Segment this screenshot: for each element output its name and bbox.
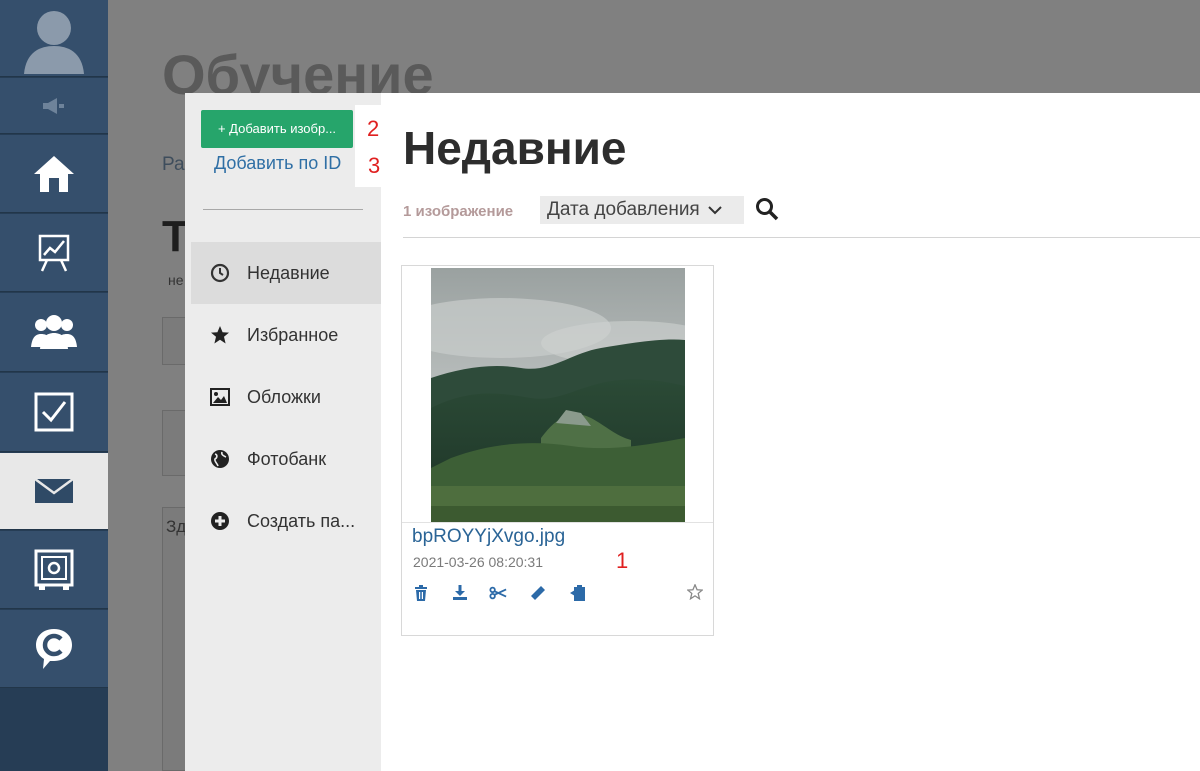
image-card[interactable]: bpROYYjXvgo.jpg 2021-03-26 08:20:31 1 bbox=[401, 265, 714, 636]
image-filename[interactable]: bpROYYjXvgo.jpg bbox=[412, 526, 565, 548]
image-thumbnail[interactable] bbox=[431, 268, 685, 522]
rail-item-users[interactable] bbox=[0, 293, 108, 372]
sidebar-item-label: Недавние bbox=[247, 262, 330, 283]
app-rail bbox=[0, 0, 108, 771]
clock-icon bbox=[210, 263, 230, 283]
image-count: 1 изображение bbox=[403, 203, 514, 220]
image-icon bbox=[210, 387, 230, 407]
download-button[interactable] bbox=[451, 584, 469, 602]
pencil-icon bbox=[531, 586, 545, 600]
rail-item-home[interactable] bbox=[0, 135, 108, 213]
safe-icon bbox=[34, 549, 74, 590]
image-picker-modal: + Добавить изобр... Добавить по ID 2 3 Н… bbox=[185, 93, 1200, 771]
checkbox-icon bbox=[34, 392, 74, 432]
sidebar-item-label: Фотобанк bbox=[247, 448, 327, 469]
search-button[interactable] bbox=[755, 197, 779, 221]
foggy-forest-photo bbox=[431, 268, 685, 522]
sidebar-item-label: Создать па... bbox=[247, 510, 356, 531]
chevron-down-icon bbox=[708, 205, 722, 214]
add-image-button[interactable]: + Добавить изобр... bbox=[201, 110, 353, 148]
sidebar-item-covers[interactable]: Обложки bbox=[191, 366, 381, 428]
sidebar-item-create-folder[interactable]: Создать па... bbox=[191, 490, 381, 552]
mail-icon bbox=[34, 478, 74, 503]
crop-button[interactable] bbox=[489, 584, 507, 602]
delete-button[interactable] bbox=[412, 584, 430, 602]
background-fragment: не bbox=[168, 272, 184, 288]
chart-board-icon bbox=[38, 234, 70, 272]
download-icon bbox=[453, 585, 467, 600]
avatar[interactable] bbox=[0, 0, 108, 77]
trash-icon bbox=[415, 585, 427, 601]
card-divider bbox=[402, 522, 713, 523]
clipboard-icon bbox=[570, 585, 585, 601]
search-icon bbox=[756, 198, 779, 221]
background-fragment: Зд bbox=[166, 517, 187, 536]
edit-button[interactable] bbox=[529, 584, 547, 602]
section-title: Недавние bbox=[403, 122, 627, 174]
megaphone-icon bbox=[43, 97, 64, 114]
star-outline-icon bbox=[686, 583, 704, 601]
sort-dropdown[interactable]: Дата добавления bbox=[540, 196, 744, 224]
plus-circle-icon bbox=[210, 511, 230, 531]
background-fragment: Ра bbox=[162, 154, 185, 175]
rail-item-stats[interactable] bbox=[0, 214, 108, 292]
chat-c-icon bbox=[36, 628, 72, 669]
users-icon bbox=[31, 315, 77, 349]
sidebar-item-recent[interactable]: Недавние bbox=[191, 242, 381, 304]
globe-icon bbox=[210, 449, 230, 469]
rail-item-tasks[interactable] bbox=[0, 373, 108, 452]
rail-item-safe[interactable] bbox=[0, 531, 108, 609]
sidebar-item-photobank[interactable]: Фотобанк bbox=[191, 428, 381, 490]
scissors-icon bbox=[489, 586, 507, 600]
annotation-3: 3 bbox=[368, 153, 381, 178]
annotation-2: 2 bbox=[367, 116, 380, 141]
sidebar-divider bbox=[203, 209, 363, 210]
sidebar-item-label: Избранное bbox=[247, 324, 339, 345]
home-icon bbox=[34, 155, 74, 192]
paste-button[interactable] bbox=[569, 584, 587, 602]
sort-dropdown-label: Дата добавления bbox=[547, 199, 700, 220]
add-by-id-link[interactable]: Добавить по ID bbox=[214, 153, 341, 174]
rail-item-mail[interactable] bbox=[0, 453, 108, 530]
user-silhouette-icon bbox=[24, 11, 84, 74]
toolbar-divider bbox=[403, 237, 1200, 238]
rail-item-announcements[interactable] bbox=[0, 78, 108, 134]
rail-item-chat[interactable] bbox=[0, 610, 108, 688]
image-date: 2021-03-26 08:20:31 bbox=[413, 554, 543, 570]
sidebar-item-label: Обложки bbox=[247, 386, 321, 407]
star-icon bbox=[210, 325, 230, 345]
favorite-star-button[interactable] bbox=[686, 583, 705, 602]
sidebar-item-favorites[interactable]: Избранное bbox=[191, 304, 381, 366]
annotation-1: 1 bbox=[616, 548, 629, 573]
